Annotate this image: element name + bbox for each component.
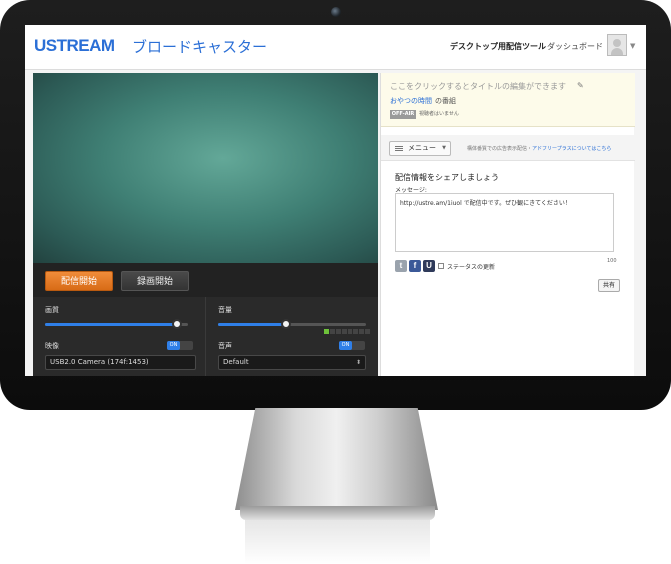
menu-button[interactable]: メニュー ▼ (389, 141, 451, 156)
video-toggle-on: ON (167, 341, 180, 350)
channel-panel: ここをクリックするとタイトルの編集ができます ✎ おやつの時間 の番組 OFF-… (380, 73, 635, 376)
volume-slider[interactable] (218, 319, 366, 329)
audio-toggle[interactable]: ON (339, 341, 365, 350)
quality-slider-handle[interactable] (171, 319, 182, 329)
volume-slider-handle[interactable] (281, 319, 292, 329)
monitor-stand (235, 408, 438, 510)
title-area: ここをクリックするとタイトルの編集ができます ✎ おやつの時間 の番組 OFF-… (381, 73, 635, 127)
chevron-down-icon: ▼ (442, 145, 446, 151)
webcam-lens (331, 7, 341, 17)
user-avatar[interactable] (607, 34, 627, 56)
viewer-status: 視聴者はいません (419, 111, 459, 117)
broadcast-panel: 配信開始 録画開始 画質 音量 映像 ON USB2.0 Camera (174… (33, 73, 378, 376)
char-count: 100 (607, 258, 617, 264)
facebook-icon[interactable]: f (409, 260, 421, 272)
audio-level-meter (324, 329, 370, 334)
status-update-checkbox[interactable] (438, 263, 444, 269)
nav-dashboard[interactable]: ダッシュボード (547, 41, 603, 52)
status-update-label: ステータスの更新 (447, 264, 496, 271)
quality-slider[interactable] (45, 319, 188, 329)
ad-notice-text: 構体番質での広告表示配信・ (467, 146, 533, 152)
audio-toggle-on: ON (339, 341, 352, 350)
app-title: ブロードキャスター (132, 38, 268, 56)
program-link[interactable]: おやつの時間 (390, 96, 432, 106)
program-suffix: の番組 (435, 97, 456, 105)
menu-icon (395, 146, 403, 151)
ustream-logo[interactable]: USTREAM (34, 36, 115, 56)
message-textarea[interactable]: http://ustre.am/1iuol で配信中です。ぜひ観にきてください！ (395, 193, 614, 252)
audio-device-value: Default (223, 358, 249, 366)
monitor-frame: USTREAM ブロードキャスター デスクトップ用配信ツール ダッシュボード ▼… (0, 0, 671, 410)
monitor-stand-base (240, 506, 435, 520)
share-button[interactable]: 共有 (598, 279, 620, 292)
stand-reflection (245, 520, 430, 564)
dropdown-arrow-icon: ⬍ (355, 359, 361, 366)
video-preview (33, 73, 378, 263)
ad-free-link[interactable]: アドフリープラスについてはこちら (532, 146, 611, 152)
audio-label: 音声 (218, 342, 232, 350)
menu-button-label: メニュー (408, 144, 436, 152)
pencil-icon[interactable]: ✎ (577, 81, 584, 90)
volume-label: 音量 (218, 306, 232, 314)
status-badge: OFF-AIR (390, 110, 416, 119)
start-recording-button[interactable]: 録画開始 (121, 271, 189, 291)
twitter-icon[interactable]: t (395, 260, 407, 272)
quality-label: 画質 (45, 306, 59, 314)
video-toggle[interactable]: ON (167, 341, 193, 350)
app-header: USTREAM ブロードキャスター デスクトップ用配信ツール ダッシュボード ▼ (25, 25, 646, 70)
app-screen: USTREAM ブロードキャスター デスクトップ用配信ツール ダッシュボード ▼… (25, 25, 646, 376)
panel-divider (205, 297, 206, 376)
ad-notice: 構体番質での広告表示配信・アドフリープラスについてはこちら (467, 145, 611, 152)
title-edit-field[interactable]: ここをクリックするとタイトルの編集ができます (390, 81, 566, 92)
start-broadcast-button[interactable]: 配信開始 (45, 271, 113, 291)
ustream-icon[interactable]: U (423, 260, 435, 272)
audio-device-select[interactable]: Default ⬍ (218, 355, 366, 370)
video-device-select[interactable]: USB2.0 Camera (174f:1453) (45, 355, 196, 370)
share-heading: 配信情報をシェアしましょう (395, 173, 499, 182)
volume-slider-fill (218, 323, 287, 326)
quality-slider-fill (45, 323, 177, 326)
chevron-down-icon[interactable]: ▼ (630, 42, 635, 50)
video-label: 映像 (45, 342, 59, 350)
video-device-value: USB2.0 Camera (174f:1453) (50, 358, 149, 366)
nav-desktop-tool[interactable]: デスクトップ用配信ツール (450, 41, 546, 52)
